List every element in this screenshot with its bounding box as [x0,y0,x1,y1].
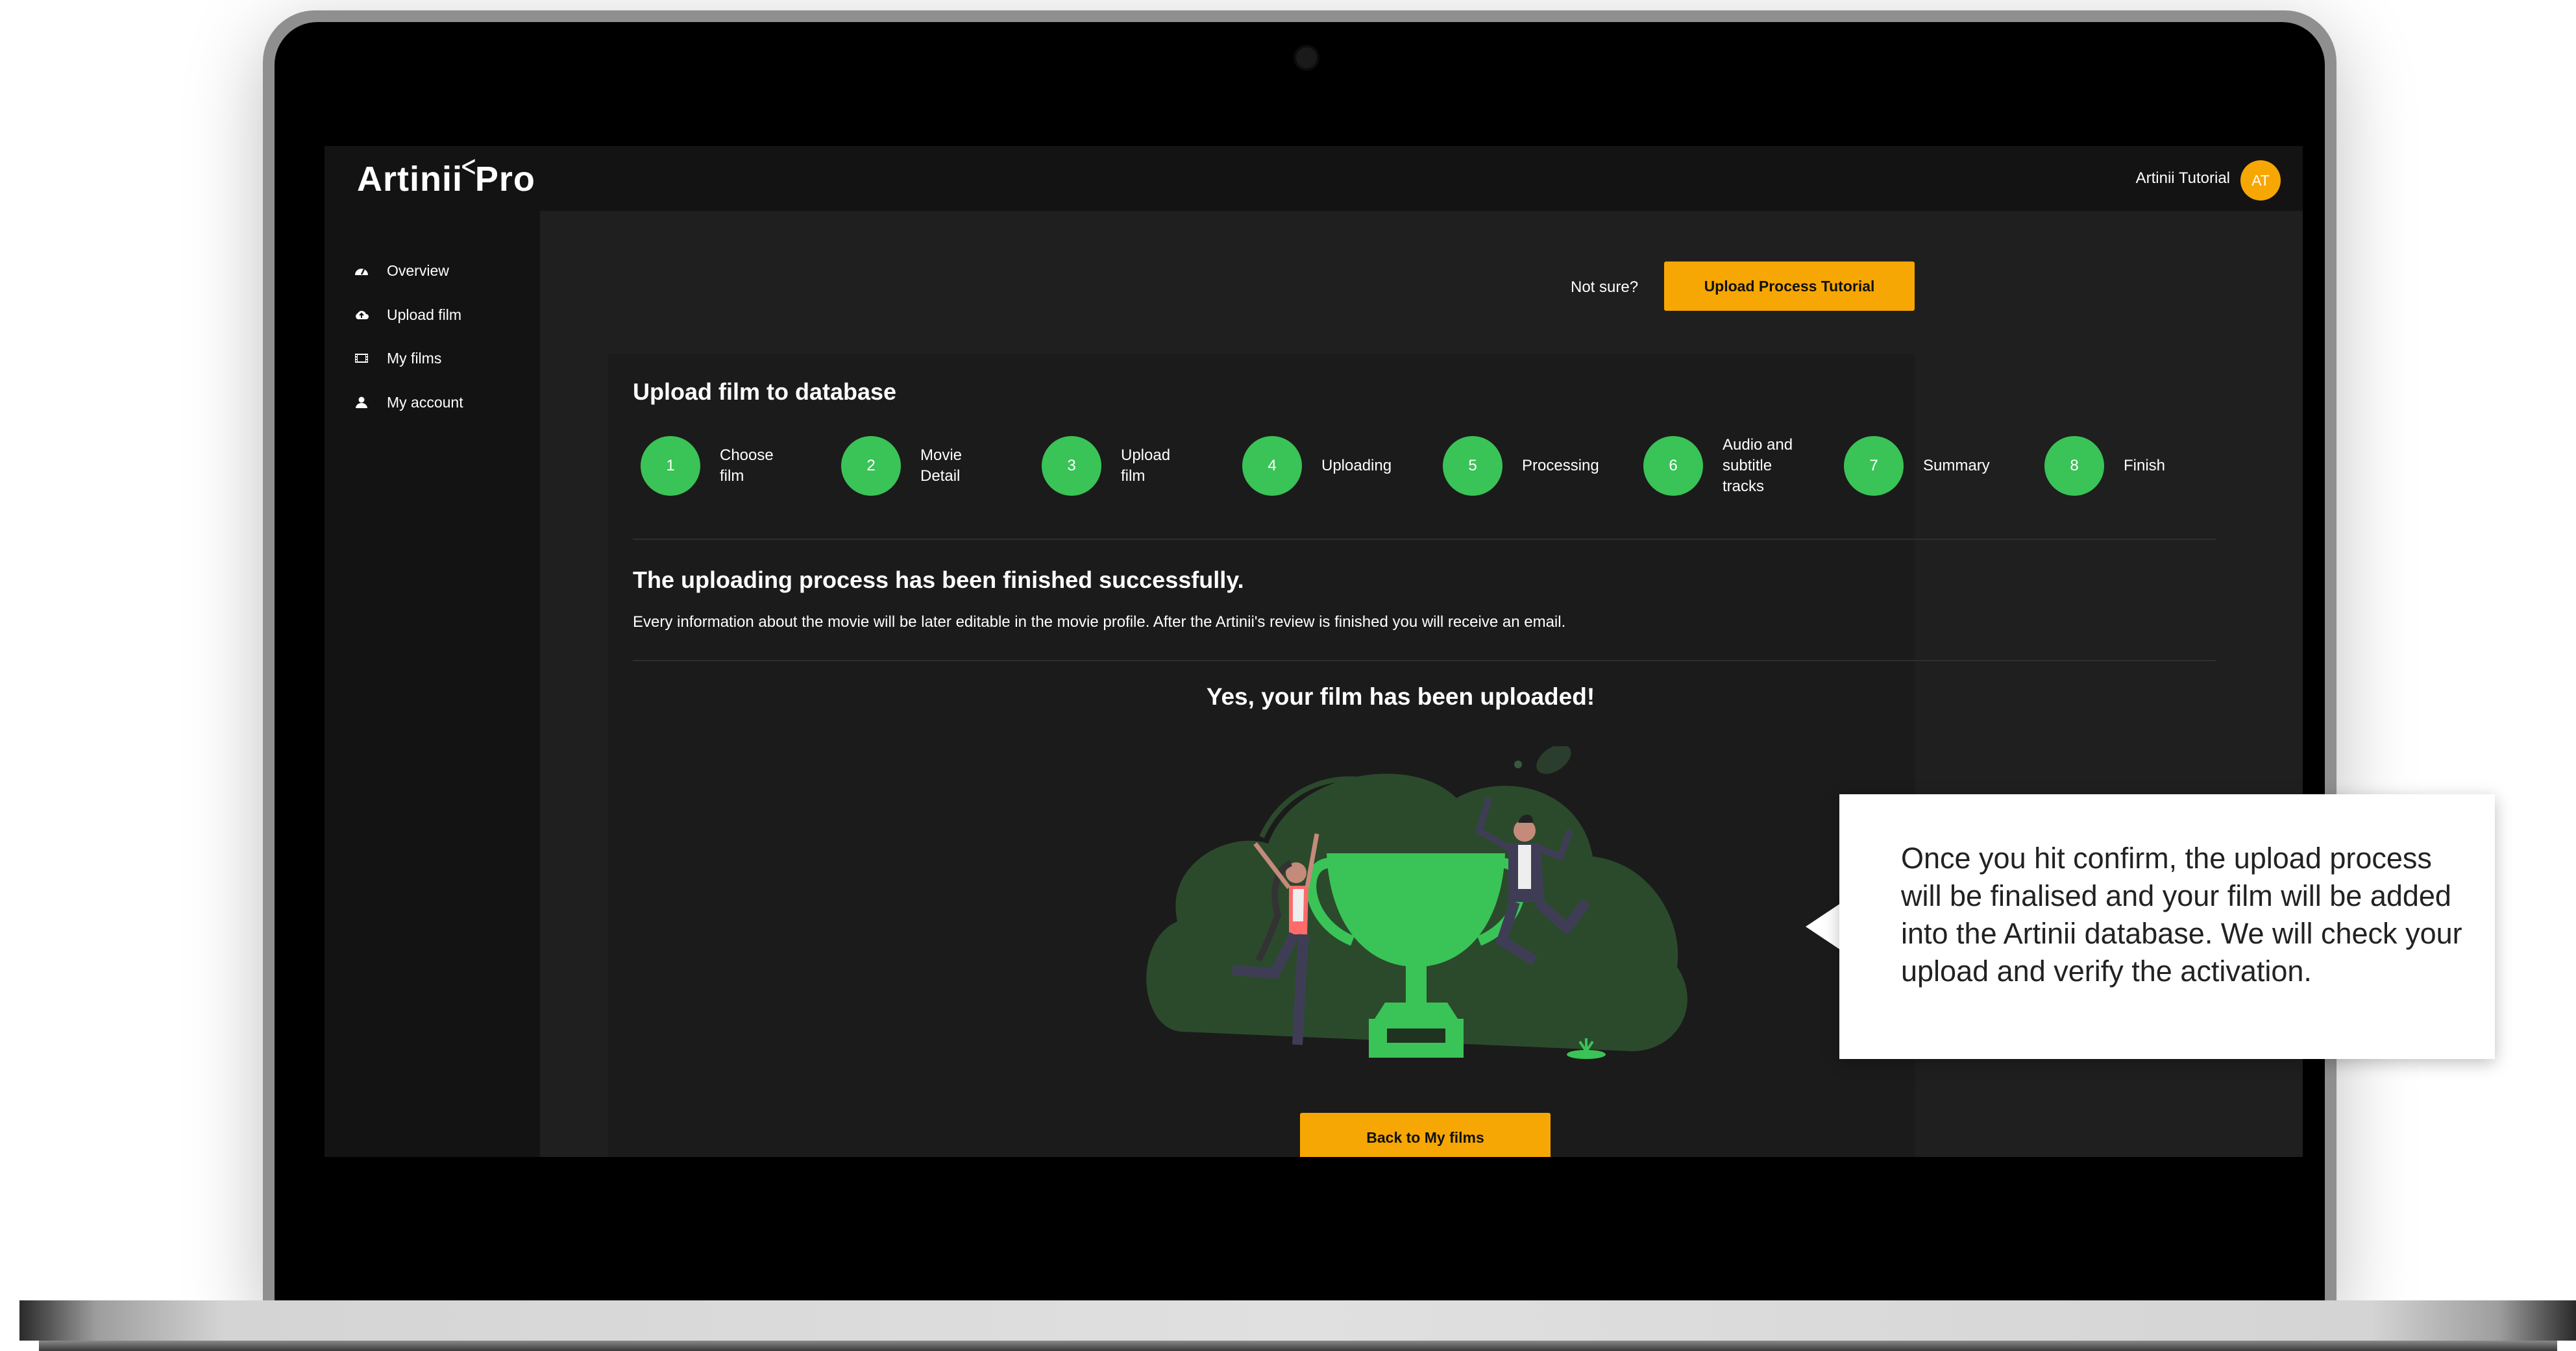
sidebar-item-my-films[interactable]: My films [354,345,536,371]
step-label: Audio and subtitle tracks [1723,436,1793,495]
callout-pointer [1806,903,1841,950]
logo-text: Artinii [357,160,463,199]
logo-mark-icon: ᐸ [461,157,476,178]
app-logo[interactable]: ArtiniiᐸPro [357,157,535,199]
film-icon [355,354,368,363]
laptop-base-edge [39,1341,2557,1351]
step-label: Movie Detail [920,446,963,485]
step-number: 7 [1844,436,1904,496]
sidebar-item-label: My films [387,350,442,367]
logo-text-pro: Pro [474,160,535,199]
panel-title: Upload film to database [633,378,897,405]
step-number: 3 [1042,436,1101,496]
sidebar-item-label: Upload film [387,306,462,323]
upload-panel: Upload film to database 1 Choose film 2 … [608,354,2216,1157]
tutorial-callout: Once you hit confirm, the upload process… [1839,794,2495,1059]
avatar[interactable]: AT [2240,160,2281,201]
sidebar-item-label: My account [387,394,463,411]
dashboard-icon [355,269,368,275]
step-number: 5 [1443,436,1503,496]
step-number: 2 [841,436,901,496]
sidebar-item-overview[interactable]: Overview [354,258,536,284]
step-label: Upload film [1121,446,1171,485]
upload-process-tutorial-button[interactable]: Upload Process Tutorial [1664,262,1915,311]
step-label: Processing [1522,457,1599,474]
user-icon [356,396,367,408]
webcam [1294,45,1319,71]
step-label: Summary [1923,457,1990,474]
divider [633,539,2216,540]
callout-text: Once you hit confirm, the upload process… [1901,842,2462,988]
top-bar: ArtiniiᐸPro Artinii Tutorial AT [325,146,2303,211]
cloud-upload-icon [356,311,369,319]
back-to-my-films-button[interactable]: Back to My films [1300,1113,1551,1157]
divider [633,660,2216,661]
user-name[interactable]: Artinii Tutorial [2136,165,2230,191]
step-label: Finish [2124,457,2166,474]
step-number: 6 [1643,436,1703,496]
sidebar-item-label: Overview [387,262,449,279]
uploaded-title: Yes, your film has been uploaded! [1206,683,1595,710]
not-sure-text: Not sure? [1571,278,1639,296]
sidebar: Overview Upload film My films My account [325,211,540,1157]
step-number: 8 [2044,436,2104,496]
trophy-celebration-illustration [1146,746,1687,1059]
step-number: 1 [641,436,700,496]
success-text: Every information about the movie will b… [633,613,1566,631]
sidebar-item-my-account[interactable]: My account [354,389,536,415]
step-label: Uploading [1321,457,1392,474]
sidebar-item-upload-film[interactable]: Upload film [354,302,536,328]
laptop-base [19,1300,2576,1341]
success-title: The uploading process has been finished … [633,566,1244,593]
step-label: Choose film [720,446,774,485]
step-number: 4 [1242,436,1302,496]
